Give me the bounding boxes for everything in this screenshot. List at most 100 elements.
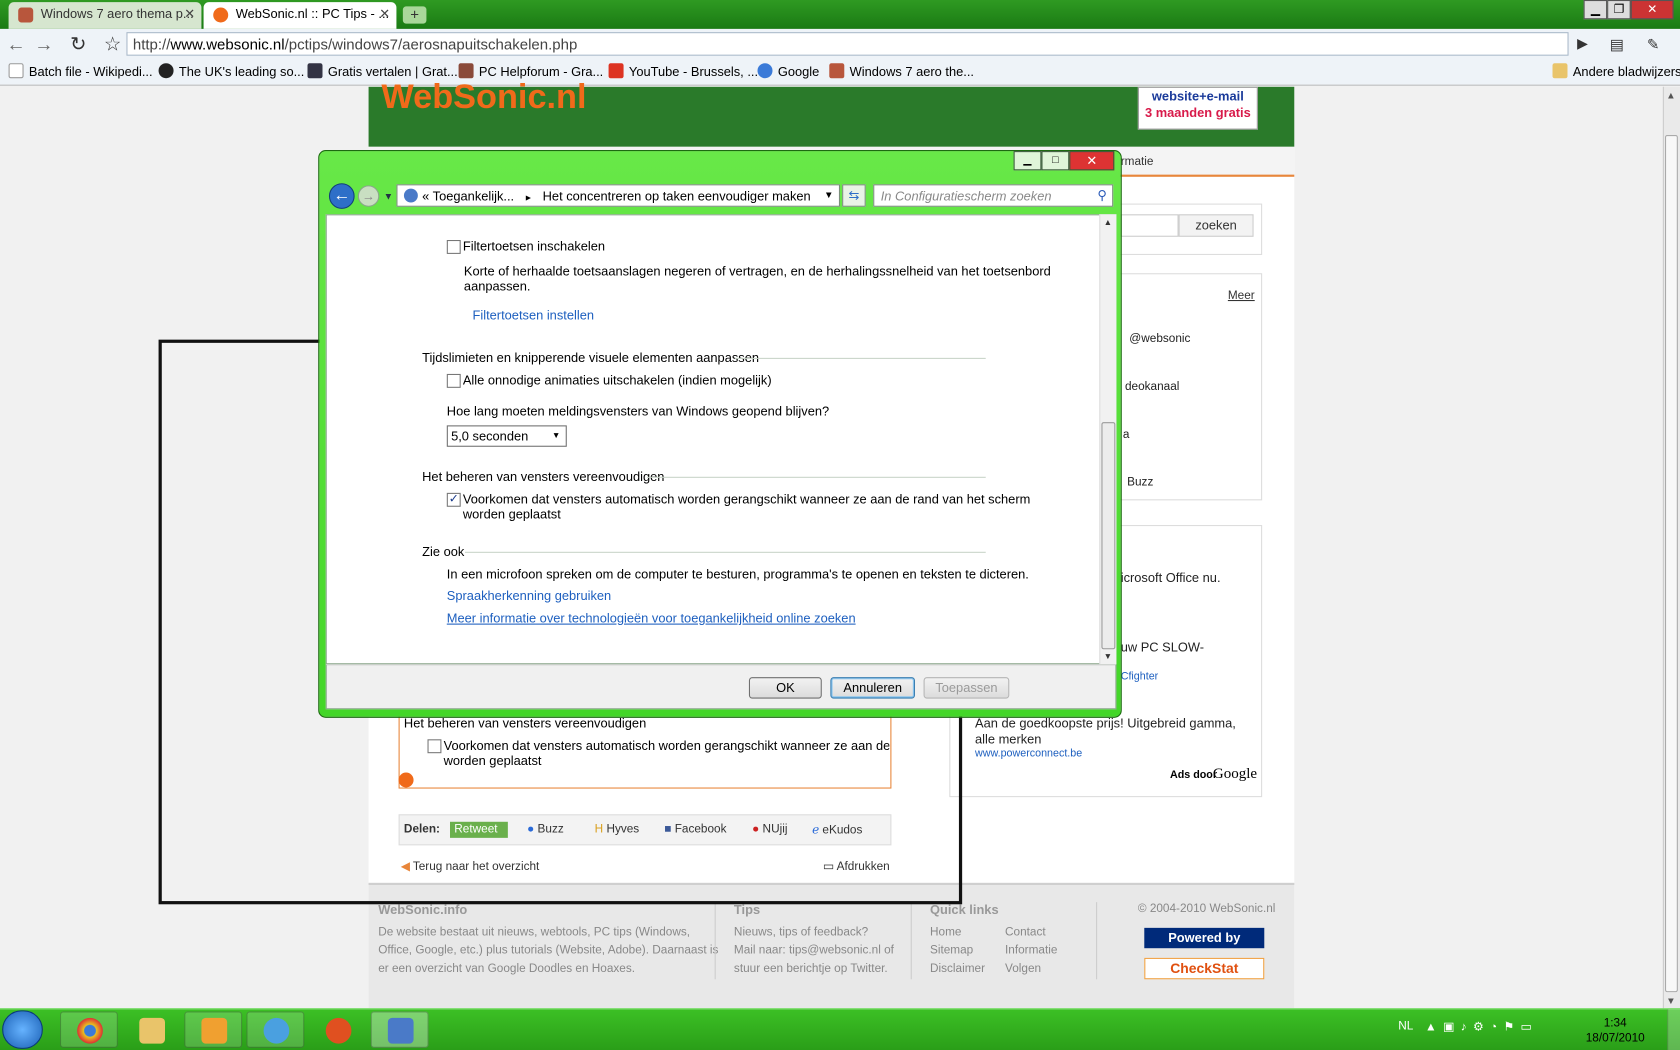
ad-text[interactable]: Aan de goedkoopste prijs! Uitgebreid gam… (975, 716, 1254, 748)
site-logo[interactable]: WebSonic.nl (381, 77, 586, 117)
bookmark-item[interactable]: YouTube - Brussels, ... (608, 63, 758, 79)
scroll-down-icon[interactable]: ▼ (1666, 995, 1676, 1006)
minimize-icon[interactable]: ▁ (1583, 0, 1608, 20)
filter-keys-settings-link[interactable]: Filtertoetsen instellen (473, 308, 594, 323)
close-tab-icon[interactable]: ✕ (379, 6, 390, 21)
sidebar-item[interactable]: a (1123, 429, 1130, 442)
footer-link-sitemap[interactable]: Sitemap (930, 944, 973, 957)
ad-line: 3 maanden gratis (1144, 105, 1251, 121)
footer-link-contact[interactable]: Contact (1005, 926, 1046, 939)
footer-link-volgen[interactable]: Volgen (1005, 962, 1041, 975)
restore-icon[interactable]: ❐ (1607, 0, 1631, 20)
animations-checkbox[interactable] (446, 373, 461, 388)
content-scrollbar-thumb[interactable] (1101, 422, 1116, 650)
forward-arrow-icon[interactable]: → (357, 185, 380, 207)
page-menu-icon[interactable]: ▤ (1605, 32, 1629, 56)
footer-link-disclaimer[interactable]: Disclaimer (930, 962, 985, 975)
breadcrumb-dropdown-icon[interactable]: ▼ (824, 190, 834, 201)
prevent-snap-label[interactable]: Voorkomen dat vensters automatisch worde… (463, 492, 1030, 507)
back-arrow-icon[interactable]: ← (328, 183, 355, 209)
close-tab-icon[interactable]: ✕ (184, 6, 195, 21)
scroll-up-icon[interactable]: ▲ (1666, 90, 1676, 101)
prevent-snap-checkbox[interactable]: ✓ (446, 492, 461, 507)
breadcrumb-item[interactable]: Toegankelijk... (433, 189, 514, 204)
filter-keys-label[interactable]: Filtertoetsen inschakelen (463, 239, 605, 254)
sidebar-item[interactable]: deokanaal (1125, 380, 1179, 393)
more-info-link[interactable]: Meer informatie over technologieën voor … (447, 611, 856, 626)
tray-icons[interactable]: ▲▣♪⚙◔⚑▭ (1425, 1020, 1538, 1034)
section-rule (465, 551, 986, 553)
start-button[interactable] (2, 1010, 43, 1049)
language-indicator[interactable]: NL (1398, 1020, 1413, 1033)
taskbar-app[interactable] (309, 1011, 367, 1047)
nav-item-informatie[interactable]: rmatie (1121, 155, 1154, 168)
taskbar-chrome[interactable] (60, 1011, 118, 1048)
google-icon (757, 63, 773, 79)
filter-keys-description-2: aanpassen. (463, 278, 531, 294)
browser-tab-windows7-aero[interactable]: Windows 7 aero thema p... ✕ (8, 2, 202, 29)
minimize-icon[interactable]: ▁ (1013, 151, 1042, 171)
powered-by-badge[interactable]: Powered by (1144, 927, 1265, 949)
dialog-content (325, 214, 1117, 665)
forward-arrow-icon[interactable]: → (32, 32, 56, 56)
back-arrow-icon[interactable]: ← (4, 32, 28, 56)
footer-text: De website bestaat uit nieuws, webtools,… (378, 925, 691, 939)
taskbar-explorer[interactable] (122, 1011, 180, 1047)
search-button[interactable]: zoeken (1178, 214, 1254, 237)
bookmark-item[interactable]: The UK's leading so... (158, 63, 304, 79)
maximize-icon[interactable]: □ (1041, 151, 1070, 171)
scroll-down-icon[interactable]: ▼ (1104, 651, 1112, 661)
animations-label[interactable]: Alle onnodige animaties uitschakelen (in… (463, 373, 772, 388)
other-bookmarks[interactable]: Andere bladwijzers (1552, 63, 1680, 79)
control-panel-search-input[interactable]: In Configuratiescherm zoeken ⚲ (873, 184, 1114, 207)
page-icon (18, 7, 34, 23)
filter-keys-checkbox[interactable] (446, 240, 461, 254)
page-scrollbar-thumb[interactable] (1665, 135, 1678, 993)
bookmark-item[interactable]: Google (757, 63, 819, 79)
notification-duration-question: Hoe lang moeten meldingsvensters van Win… (446, 403, 830, 419)
bookmark-item[interactable]: Batch file - Wikipedi... (8, 63, 153, 79)
taskbar-control-panel[interactable] (370, 1011, 429, 1048)
taskbar-clock[interactable]: 1:34 18/07/2010 (1586, 1016, 1645, 1046)
footer-link-informatie[interactable]: Informatie (1005, 944, 1057, 957)
close-window-icon[interactable]: ✕ (1630, 0, 1674, 20)
browser-tab-websonic[interactable]: WebSonic.nl :: PC Tips - ... ✕ (203, 2, 397, 29)
more-link[interactable]: Meer (1228, 289, 1255, 302)
ad-link[interactable]: www.powerconnect.be (975, 748, 1082, 760)
taskbar-messenger[interactable] (246, 1011, 305, 1048)
sidebar-item[interactable]: @websonic (1129, 332, 1190, 345)
reload-icon[interactable]: ↻ (66, 32, 90, 56)
apply-button[interactable]: Toepassen (923, 677, 1010, 699)
cancel-button[interactable]: Annuleren (830, 677, 916, 699)
play-icon[interactable]: ▶ (1571, 32, 1595, 56)
sidebar-item[interactable]: Buzz (1127, 476, 1153, 489)
forum-icon (458, 63, 474, 79)
breadcrumb-separator-icon[interactable]: ► (524, 193, 532, 203)
ad-text[interactable]: icrosoft Office nu. (1121, 570, 1221, 585)
speech-recognition-link[interactable]: Spraakherkenning gebruiken (447, 588, 611, 603)
prevent-snap-label-2[interactable]: worden geplaatst (463, 507, 561, 522)
footer-link-home[interactable]: Home (930, 926, 961, 939)
checkstat-badge[interactable]: CheckStat (1144, 957, 1265, 980)
address-bar[interactable]: http://www.websonic.nl/pctips/windows7/a… (126, 32, 1569, 56)
taskbar-media-player[interactable] (184, 1011, 243, 1048)
site-search-input[interactable] (1120, 214, 1179, 237)
scroll-up-icon[interactable]: ▲ (1104, 218, 1112, 228)
show-desktop-button[interactable] (1667, 1009, 1680, 1050)
new-tab-button[interactable]: + (402, 6, 427, 24)
close-window-icon[interactable]: ✕ (1069, 151, 1115, 171)
ad-text[interactable]: uw PC SLOW- (1121, 640, 1204, 655)
bookmark-item[interactable]: Windows 7 aero the... (829, 63, 974, 79)
breadcrumb-item[interactable]: Het concentreren op taken eenvoudiger ma… (543, 189, 811, 204)
header-ad[interactable]: website+e-mail 3 maanden gratis (1137, 86, 1258, 130)
notification-duration-select[interactable]: 5,0 seconden ▼ (446, 425, 567, 447)
refresh-icon[interactable]: ⇆ (842, 184, 866, 207)
address-breadcrumb[interactable]: « Toegankelijk... ► Het concentreren op … (396, 184, 841, 207)
see-also-text: In een microfoon spreken om de computer … (446, 566, 1029, 582)
ad-link[interactable]: Cfighter (1121, 671, 1159, 683)
ok-button[interactable]: OK (748, 677, 822, 699)
media-player-icon (201, 1017, 228, 1044)
wrench-icon[interactable]: ✎ (1641, 32, 1665, 56)
recent-pages-dropdown-icon[interactable]: ▼ (384, 191, 394, 202)
bookmark-star-icon[interactable]: ☆ (101, 32, 125, 56)
